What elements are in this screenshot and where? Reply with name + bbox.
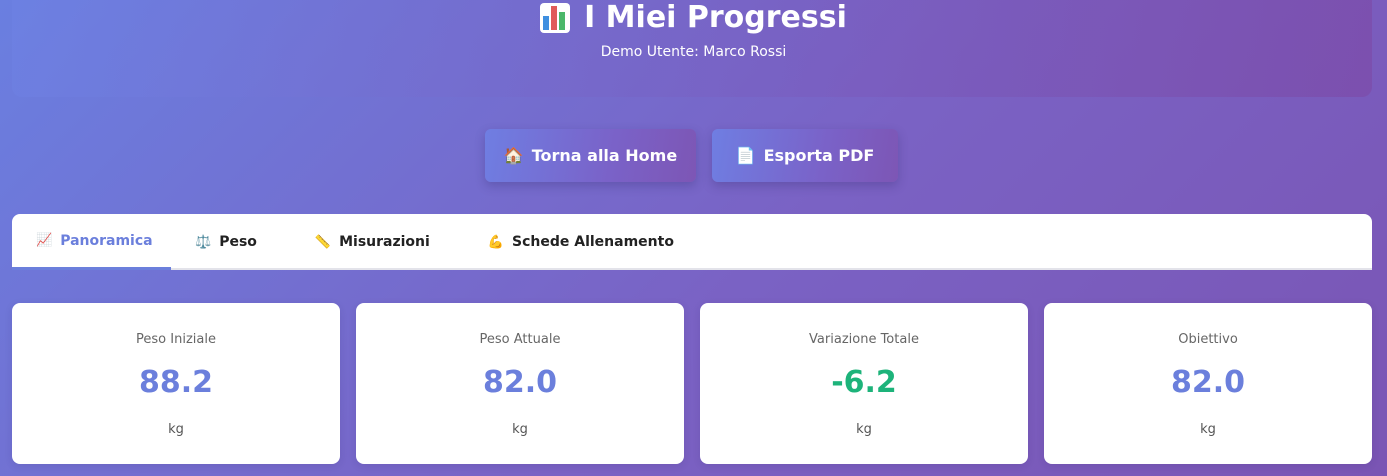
user-subtitle: Demo Utente: Marco Rossi: [600, 44, 787, 60]
ruler-icon: 📏: [314, 234, 332, 250]
tab-peso[interactable]: ⚖️ Peso: [171, 214, 281, 270]
chart-up-icon: 📈: [36, 233, 53, 248]
scale-icon: ⚖️: [195, 234, 212, 250]
stat-value: 88.2: [138, 365, 214, 400]
house-icon: 🏠: [503, 146, 524, 165]
tab-panoramica[interactable]: 📈 Panoramica: [12, 214, 171, 270]
tab-label: Misurazioni: [339, 234, 430, 250]
stat-unit: kg: [168, 422, 184, 437]
tab-bar: 📈 Panoramica ⚖️ Peso 📏 Misurazioni 💪 Sch…: [12, 214, 1372, 270]
stat-value: -6.2: [831, 365, 897, 400]
stat-value: 82.0: [482, 365, 558, 400]
export-pdf-button-label: Esporta PDF: [763, 146, 875, 165]
stat-value: 82.0: [1170, 365, 1246, 400]
stat-unit: kg: [1200, 422, 1216, 437]
stat-label: Variazione Totale: [809, 332, 919, 347]
stat-card-peso-iniziale: Peso Iniziale 88.2 kg: [12, 303, 340, 464]
tab-misurazioni[interactable]: 📏 Misurazioni: [281, 214, 454, 270]
stat-unit: kg: [856, 422, 872, 437]
tab-label: Schede Allenamento: [512, 234, 674, 250]
tab-schede-allenamento[interactable]: 💪 Schede Allenamento: [454, 214, 698, 270]
home-button[interactable]: 🏠 Torna alla Home: [485, 129, 696, 182]
stat-card-peso-attuale: Peso Attuale 82.0 kg: [356, 303, 684, 464]
stat-card-obiettivo: Obiettivo 82.0 kg: [1044, 303, 1372, 464]
page-title: I Miei Progressi: [0, 0, 1387, 36]
stat-unit: kg: [512, 422, 528, 437]
tab-label: Peso: [219, 234, 257, 250]
bar-chart-icon: [540, 3, 571, 33]
tab-label: Panoramica: [60, 232, 153, 249]
flexed-biceps-icon: 💪: [487, 234, 504, 250]
home-button-label: Torna alla Home: [531, 146, 678, 165]
stat-label: Peso Attuale: [479, 332, 561, 347]
page-title-text: I Miei Progressi: [584, 0, 847, 35]
stat-label: Peso Iniziale: [136, 332, 216, 347]
stat-card-variazione-totale: Variazione Totale -6.2 kg: [700, 303, 1028, 464]
document-icon: 📄: [735, 146, 756, 165]
export-pdf-button[interactable]: 📄 Esporta PDF: [712, 129, 898, 182]
stat-label: Obiettivo: [1178, 332, 1238, 347]
